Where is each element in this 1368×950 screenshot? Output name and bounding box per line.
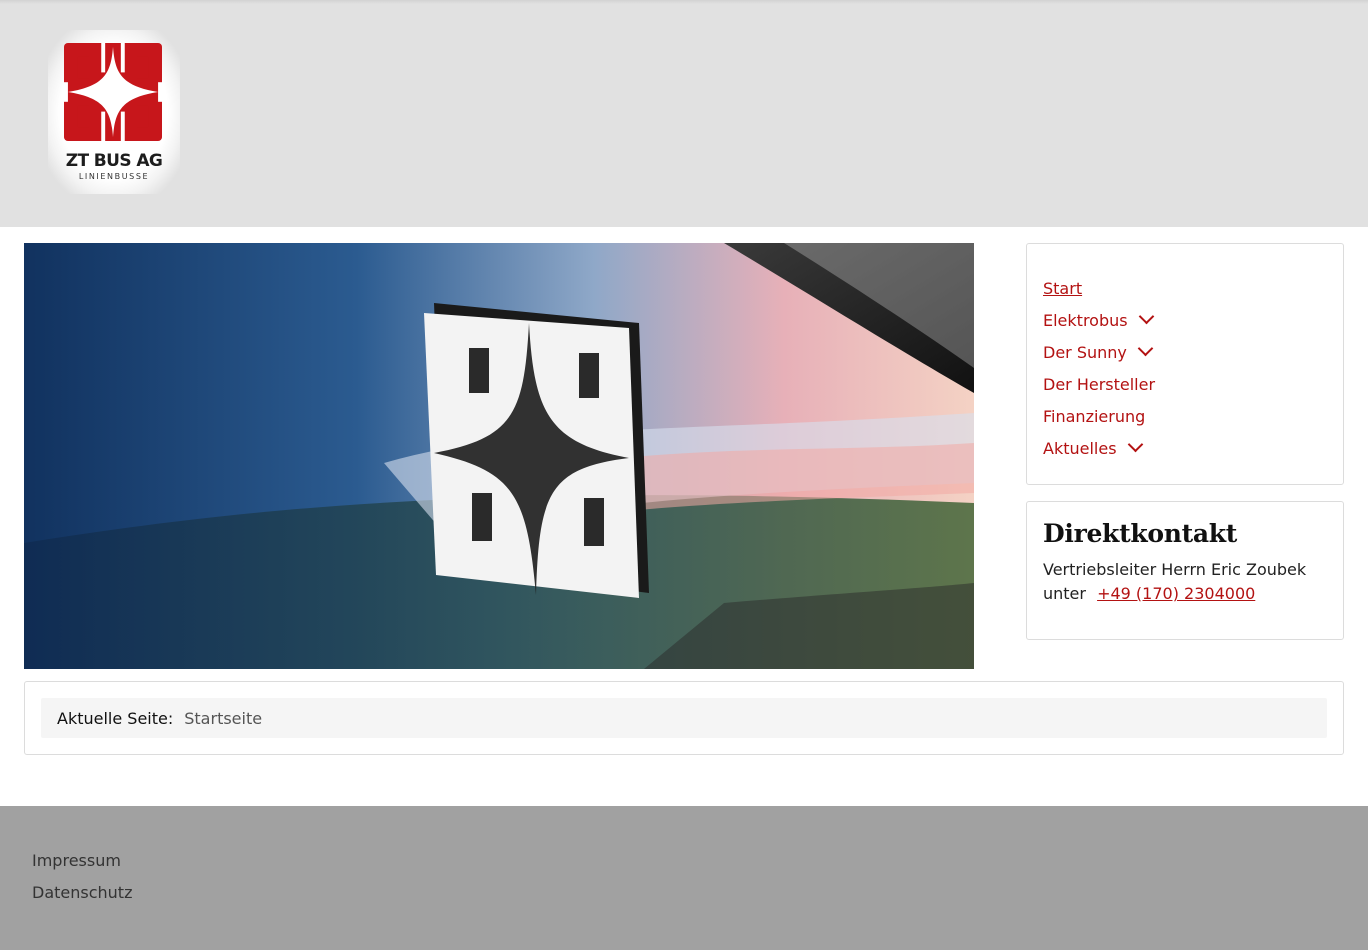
breadcrumb-current: Startseite bbox=[184, 708, 263, 728]
contact-prefix: unter bbox=[1043, 584, 1086, 603]
main-navigation: Start Elektrobus Der Sunny Der Herstelle… bbox=[1026, 243, 1344, 485]
phone-link[interactable]: +49 (170) 2304000 bbox=[1097, 584, 1255, 603]
chevron-down-icon[interactable] bbox=[1138, 308, 1154, 325]
nav-item-aktuelles[interactable]: Aktuelles bbox=[1043, 432, 1327, 464]
breadcrumb-label: Aktuelle Seite: bbox=[57, 708, 174, 728]
nav-item-start[interactable]: Start bbox=[1043, 272, 1327, 304]
site-header: ZT BUS AG LINIENBUSSE bbox=[0, 0, 1368, 227]
logo-tagline: LINIENBUSSE bbox=[78, 172, 150, 181]
breadcrumb-bar: Aktuelle Seite: Startseite bbox=[41, 698, 1327, 738]
contact-text: Vertriebsleiter Herrn Eric Zoubek unter … bbox=[1043, 558, 1327, 606]
site-footer: Impressum Datenschutz bbox=[0, 806, 1368, 950]
breadcrumb: Aktuelle Seite: Startseite bbox=[24, 681, 1344, 755]
contact-person: Vertriebsleiter Herrn Eric Zoubek bbox=[1043, 560, 1307, 579]
footer-link-impressum[interactable]: Impressum bbox=[32, 849, 1368, 881]
nav-item-finanzierung[interactable]: Finanzierung bbox=[1043, 400, 1327, 432]
nav-item-label: Der Hersteller bbox=[1043, 374, 1156, 394]
footer-link-datenschutz[interactable]: Datenschutz bbox=[32, 881, 1368, 913]
nav-item-der-sunny[interactable]: Der Sunny bbox=[1043, 336, 1327, 368]
hero-image bbox=[24, 243, 974, 669]
nav-item-label: Aktuelles bbox=[1043, 438, 1117, 458]
nav-item-label: Der Sunny bbox=[1043, 342, 1127, 362]
chevron-down-icon[interactable] bbox=[1137, 340, 1154, 357]
company-logo[interactable]: ZT BUS AG LINIENBUSSE bbox=[48, 30, 180, 194]
zt-bus-logo-icon bbox=[64, 43, 162, 141]
nav-item-label: Elektrobus bbox=[1043, 310, 1128, 330]
logo-brand-name: ZT BUS AG bbox=[65, 151, 163, 171]
contact-box: Direktkontakt Vertriebsleiter Herrn Eric… bbox=[1026, 501, 1344, 640]
nav-item-der-hersteller[interactable]: Der Hersteller bbox=[1043, 368, 1327, 400]
nav-item-label: Start bbox=[1043, 278, 1083, 298]
contact-title: Direktkontakt bbox=[1043, 519, 1238, 548]
chevron-down-icon[interactable] bbox=[1127, 436, 1143, 453]
nav-item-elektrobus[interactable]: Elektrobus bbox=[1043, 304, 1327, 336]
nav-item-label: Finanzierung bbox=[1043, 406, 1146, 426]
